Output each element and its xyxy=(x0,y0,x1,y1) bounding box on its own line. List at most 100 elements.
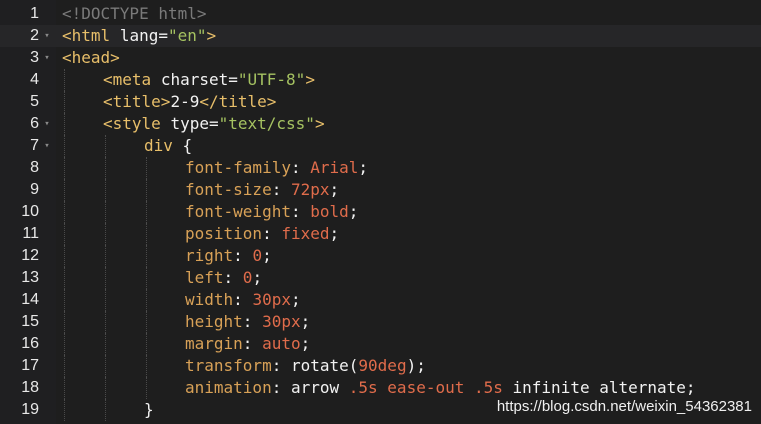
line-code: animation: arrow .5s ease-out .5s infini… xyxy=(185,377,696,399)
code-line[interactable]: 14 width: 30px; xyxy=(0,289,761,311)
code-token: auto xyxy=(262,334,301,353)
code-token: <html xyxy=(62,26,111,45)
code-token: right xyxy=(185,246,234,265)
line-number: 15 xyxy=(21,313,39,330)
code-token: .5s ease-out .5s xyxy=(348,378,503,397)
line-code: margin: auto; xyxy=(185,333,310,355)
line-number: 12 xyxy=(21,247,39,264)
indent-guide xyxy=(64,113,65,135)
code-line[interactable]: 15 height: 30px; xyxy=(0,311,761,333)
indent-guide xyxy=(146,179,147,201)
code-token: div xyxy=(144,136,173,155)
code-token: : xyxy=(233,246,253,265)
line-code: <html lang="en"> xyxy=(62,25,216,47)
indent-guide xyxy=(64,355,65,377)
code-token: "UTF-8" xyxy=(237,70,306,89)
code-token: <head> xyxy=(62,48,120,67)
code-token: : xyxy=(262,224,282,243)
indent-guide xyxy=(105,355,106,377)
code-line[interactable]: 16 margin: auto; xyxy=(0,333,761,355)
code-line[interactable]: 10 font-weight: bold; xyxy=(0,201,761,223)
code-token: type= xyxy=(170,114,219,133)
code-line[interactable]: 4 <meta charset="UTF-8"> xyxy=(0,69,761,91)
indent-guide xyxy=(146,157,147,179)
code-line[interactable]: 6 ▾ <style type="text/css"> xyxy=(0,113,761,135)
code-token: 2-9 xyxy=(170,92,200,111)
code-token: margin xyxy=(185,334,243,353)
code-token: Arial xyxy=(310,158,359,177)
code-token: ); xyxy=(406,356,426,375)
code-line[interactable]: 8 font-family: Arial; xyxy=(0,157,761,179)
indent-guide xyxy=(105,135,106,157)
code-line[interactable]: 2 ▾ <html lang="en"> xyxy=(0,25,761,47)
code-token: ; xyxy=(262,246,272,265)
code-line[interactable]: 17 transform: rotate(90deg); xyxy=(0,355,761,377)
code-line[interactable]: 7 ▾ div { xyxy=(0,135,761,157)
indent-guide xyxy=(64,245,65,267)
indent-guide xyxy=(64,267,65,289)
code-token: : xyxy=(242,312,263,331)
code-token: ; xyxy=(358,158,369,177)
indent-guide xyxy=(64,289,65,311)
code-line[interactable]: 18 animation: arrow .5s ease-out .5s infi… xyxy=(0,377,761,399)
code-token: width xyxy=(185,290,234,309)
code-line[interactable]: 1 <!DOCTYPE html> xyxy=(0,3,761,25)
code-token: ; xyxy=(300,334,311,353)
code-token: </title> xyxy=(199,92,277,111)
code-line[interactable]: 12 right: 0; xyxy=(0,245,761,267)
code-token: ; xyxy=(329,224,340,243)
indent-guide xyxy=(64,69,65,91)
code-line[interactable]: 9 font-size: 72px; xyxy=(0,179,761,201)
line-code: width: 30px; xyxy=(185,289,301,311)
code-token: : xyxy=(290,202,311,221)
fold-arrow-icon[interactable]: ▾ xyxy=(42,113,52,135)
line-code: } xyxy=(144,399,154,421)
fold-arrow-icon[interactable]: ▾ xyxy=(42,25,52,47)
watermark: https://blog.csdn.net/weixin_54362381 xyxy=(496,398,752,415)
code-token: ; xyxy=(329,180,340,199)
code-line[interactable]: 3 ▾ <head> xyxy=(0,47,761,69)
indent-guide xyxy=(105,377,106,399)
indent-guide xyxy=(105,201,106,223)
code-token: ; xyxy=(300,312,311,331)
indent-guide xyxy=(105,333,106,355)
indent-guide xyxy=(64,333,65,355)
line-number: 10 xyxy=(21,203,39,220)
code-token: font-family xyxy=(185,158,291,177)
line-number: 13 xyxy=(21,269,39,286)
indent-guide xyxy=(146,311,147,333)
indent-guide xyxy=(105,179,106,201)
indent-guide xyxy=(64,91,65,113)
line-code: left: 0; xyxy=(185,267,262,289)
line-number: 4 xyxy=(30,71,39,88)
fold-arrow-icon[interactable]: ▾ xyxy=(42,47,52,69)
code-token: : xyxy=(223,268,243,287)
code-token: <!DOCTYPE html> xyxy=(62,4,207,23)
indent-guide xyxy=(146,355,147,377)
indent-guide xyxy=(64,135,65,157)
line-code: font-weight: bold; xyxy=(185,201,358,223)
code-line[interactable]: 11 position: fixed; xyxy=(0,223,761,245)
code-token: > xyxy=(314,114,325,133)
indent-guide xyxy=(146,245,147,267)
code-line[interactable]: 13 left: 0; xyxy=(0,267,761,289)
code-token: 30px xyxy=(252,290,291,309)
fold-arrow-icon[interactable]: ▾ xyxy=(42,135,52,157)
indent-guide xyxy=(105,399,106,421)
code-token: left xyxy=(185,268,224,287)
indent-guide xyxy=(64,377,65,399)
line-code: font-family: Arial; xyxy=(185,157,368,179)
line-number: 17 xyxy=(21,357,39,374)
indent-guide xyxy=(146,267,147,289)
code-token: ; xyxy=(348,202,359,221)
line-code: <title>2-9</title> xyxy=(103,91,276,113)
code-editor[interactable]: 1 <!DOCTYPE html> 2 ▾ <html lang="en"> 3 ▾ <hea… xyxy=(0,0,761,424)
line-number: 7 xyxy=(30,137,39,154)
code-token: "text/css" xyxy=(218,114,315,133)
code-token: : rotate( xyxy=(271,356,359,375)
line-code: height: 30px; xyxy=(185,311,310,333)
line-code: <meta charset="UTF-8"> xyxy=(103,69,315,91)
code-token: position xyxy=(185,224,263,243)
code-line[interactable]: 5 <title>2-9</title> xyxy=(0,91,761,113)
